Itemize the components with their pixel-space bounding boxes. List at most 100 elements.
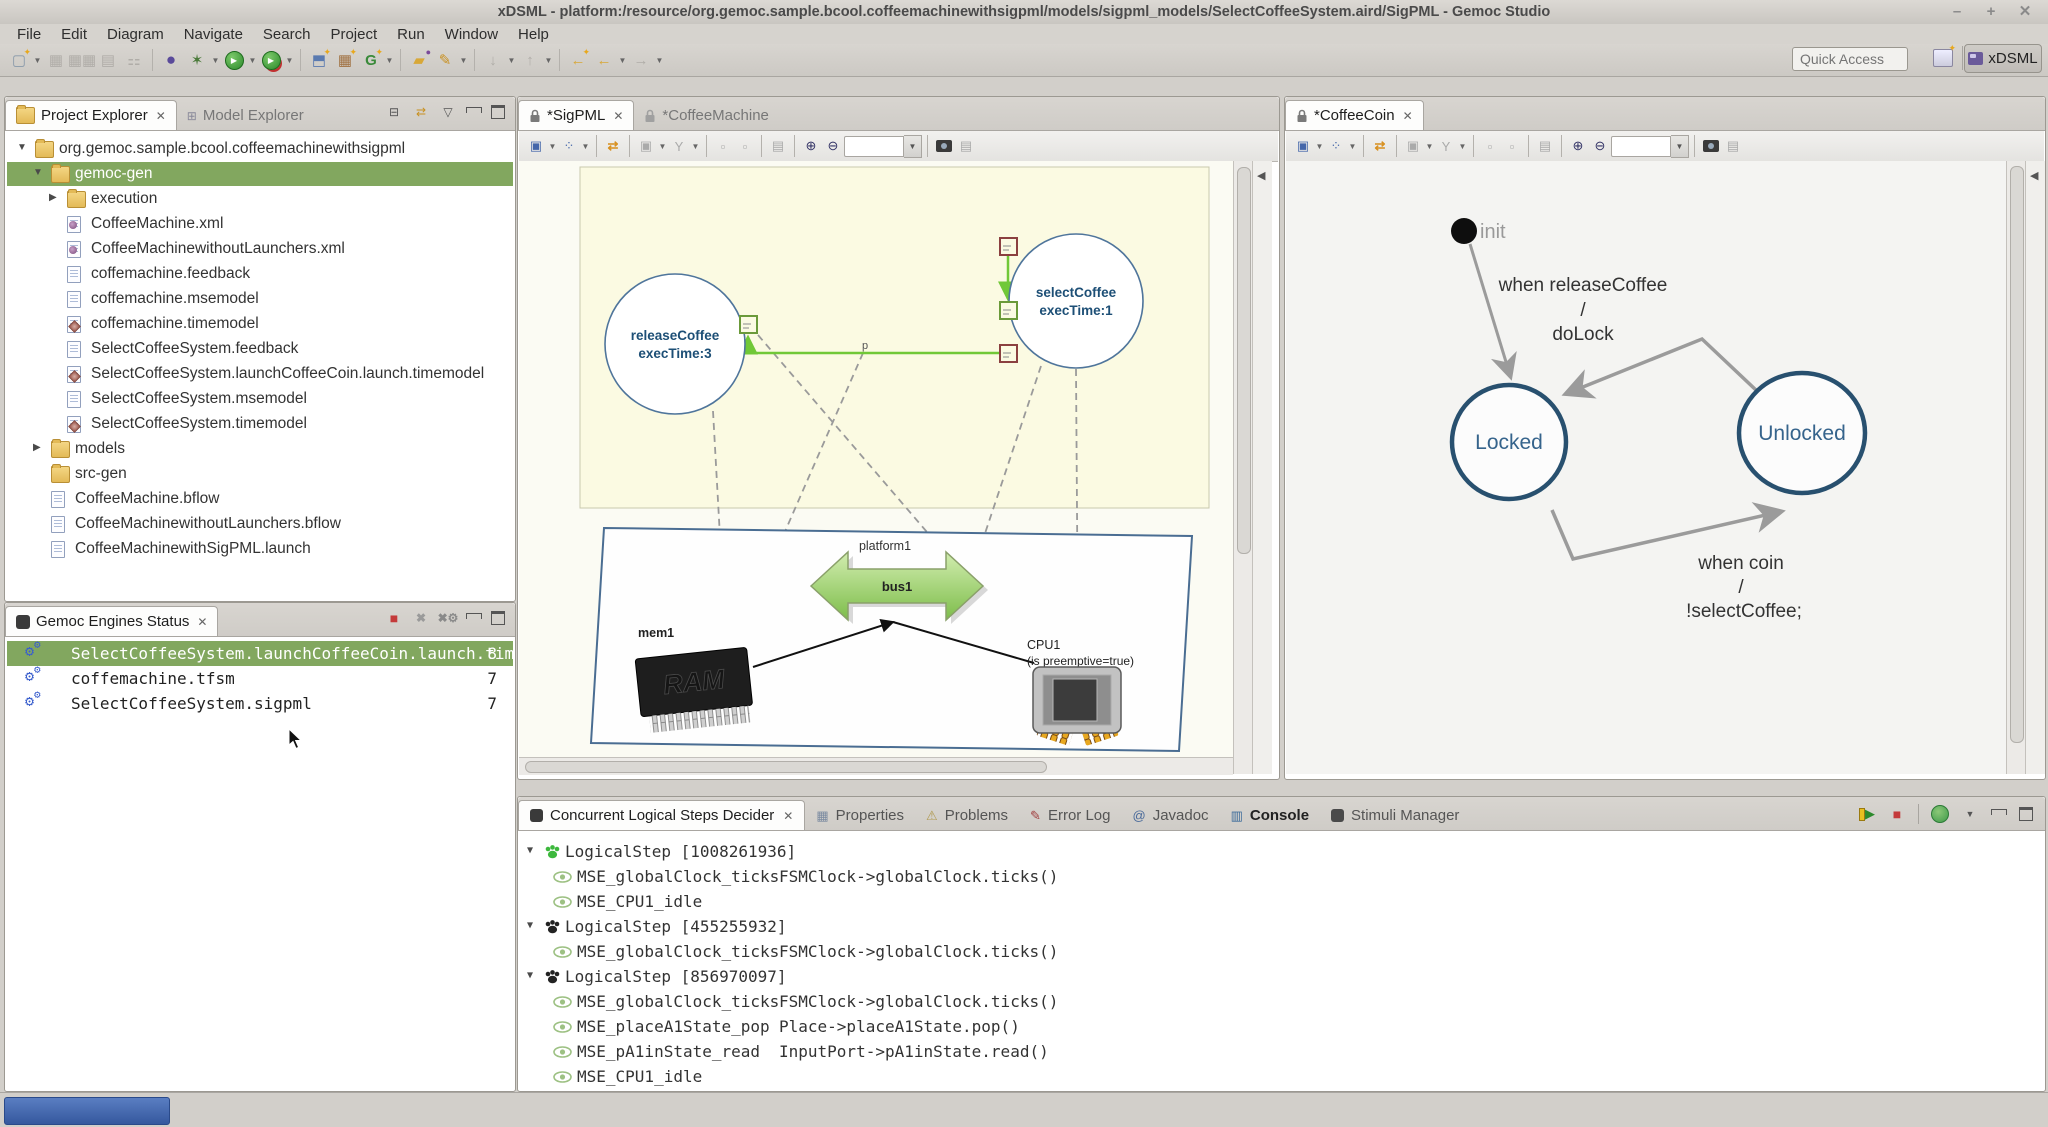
menu-window[interactable]: Window: [436, 25, 507, 44]
mse-row[interactable]: MSE_pA1inState_readInputPort->pA1inState…: [520, 1039, 2043, 1064]
initial-state-node[interactable]: [1451, 218, 1477, 244]
stop-engine-icon[interactable]: ■: [385, 610, 403, 626]
last-edit-location-icon[interactable]: ←✦: [565, 48, 591, 72]
filters-dropdown-icon[interactable]: ▼: [1457, 134, 1468, 158]
new-gemoc-icon[interactable]: G✦: [358, 48, 384, 72]
back-icon[interactable]: ←: [591, 48, 617, 72]
vertical-scrollbar-thumb[interactable]: [1237, 167, 1251, 554]
mse-row[interactable]: MSE_globalClock_ticksFSMClock->globalClo…: [520, 939, 2043, 964]
tab-model-explorer[interactable]: ⊞ Model Explorer: [177, 101, 314, 130]
dispose-engine-icon[interactable]: ✖: [412, 610, 430, 626]
align-icon[interactable]: ⁘: [1325, 135, 1347, 157]
agent-releasecoffee[interactable]: [605, 274, 745, 414]
tree-item-scs-feedback[interactable]: SelectCoffeeSystem.feedback: [7, 337, 513, 361]
zoom-combo-dropdown-icon[interactable]: ▼: [1671, 135, 1689, 158]
tree-item-gemoc-gen[interactable]: ▼gemoc-gen: [7, 162, 513, 186]
ram-chip[interactable]: RAM: [635, 647, 754, 733]
minimize-view-icon[interactable]: [466, 613, 482, 619]
tree-item-launch[interactable]: CoffeeMachinewithSigPML.launch: [7, 537, 513, 561]
perspective-xdsml-button[interactable]: xDSML: [1964, 44, 2042, 73]
quick-access-input[interactable]: [1792, 47, 1908, 71]
zoom-level-combo[interactable]: [1611, 136, 1671, 157]
tab-console[interactable]: ▥Console: [1220, 801, 1320, 830]
copy-appearance-icon[interactable]: ▣: [635, 135, 657, 157]
open-folder-icon[interactable]: ▰●: [406, 48, 432, 72]
new-grid-icon[interactable]: ▦✦: [332, 48, 358, 72]
maximize-view-icon[interactable]: [2019, 807, 2033, 821]
vertical-scrollbar[interactable]: [2006, 161, 2026, 774]
mse-row[interactable]: MSE_CPU1_idle: [520, 889, 2043, 914]
previous-annotation-icon[interactable]: ↑: [517, 48, 543, 72]
run-dropdown-icon[interactable]: ▼: [247, 48, 258, 72]
tab-close-icon[interactable]: ✕: [156, 109, 166, 123]
filters-icon[interactable]: Y: [1435, 135, 1457, 157]
tree-item-scs-timemodel[interactable]: SelectCoffeeSystem.timemodel: [7, 412, 513, 436]
save-all-icon[interactable]: ▦▦: [69, 48, 95, 72]
collapse-all-icon[interactable]: ⊟: [385, 104, 403, 120]
menu-file[interactable]: File: [8, 25, 50, 44]
logical-step-row[interactable]: ▼ LogicalStep [1008261936]: [520, 839, 2043, 864]
new-dropdown-icon[interactable]: ▼: [32, 48, 43, 72]
tab-properties[interactable]: ▦Properties: [805, 801, 915, 830]
expander-icon[interactable]: ▼: [527, 970, 533, 981]
dispose-all-engines-icon[interactable]: ✖⚙: [439, 610, 457, 626]
view-menu-icon[interactable]: ▽: [439, 104, 457, 120]
paste-layout-icon[interactable]: ▤: [767, 135, 789, 157]
tab-stimuli-manager[interactable]: Stimuli Manager: [1320, 801, 1470, 830]
open-perspective-icon[interactable]: [1933, 49, 1953, 67]
tab-project-explorer[interactable]: Project Explorer ✕: [5, 100, 177, 130]
paste-layout-icon[interactable]: ▤: [1534, 135, 1556, 157]
web-browser-icon[interactable]: ●: [158, 48, 184, 72]
menu-help[interactable]: Help: [509, 25, 558, 44]
shield-icon[interactable]: [1931, 806, 1949, 822]
palette-collapsed-strip[interactable]: ◀: [1252, 161, 1272, 774]
tree-item-scs-launch-timemodel[interactable]: SelectCoffeeSystem.launchCoffeeCoin.laun…: [7, 362, 513, 386]
pin-icon[interactable]: ▫: [734, 135, 756, 157]
tree-item-coffeemachine-xml[interactable]: CoffeeMachine.xml: [7, 212, 513, 236]
run-last-dropdown-icon[interactable]: ▼: [284, 48, 295, 72]
new-model-icon[interactable]: ⬒✦: [306, 48, 332, 72]
tab-problems[interactable]: ⚠Problems: [915, 801, 1019, 830]
align-dropdown-icon[interactable]: ▼: [1347, 134, 1358, 158]
minimize-view-icon[interactable]: [466, 107, 482, 113]
debug-dropdown-icon[interactable]: ▼: [210, 48, 221, 72]
transition-init-to-locked[interactable]: [1470, 244, 1510, 375]
tree-item-execution[interactable]: ▶execution: [7, 187, 513, 211]
mse-row[interactable]: MSE_globalClock_ticksFSMClock->globalClo…: [520, 989, 2043, 1014]
tab-coffeemachine[interactable]: *CoffeeMachine: [634, 101, 778, 130]
gemoc-dropdown-icon[interactable]: ▼: [384, 48, 395, 72]
tree-item-models[interactable]: ▶models: [7, 437, 513, 461]
show-hide-icon[interactable]: ▫: [1479, 135, 1501, 157]
maximize-view-icon[interactable]: [491, 105, 505, 119]
close-button[interactable]: ✕: [2016, 3, 2034, 21]
sigpml-canvas[interactable]: p releaseCoffee execTime:3 selectCoffee …: [519, 161, 1233, 757]
mse-row[interactable]: MSE_CPU1_idle: [520, 1064, 2043, 1089]
maximize-view-icon[interactable]: [491, 611, 505, 625]
export-image-icon[interactable]: [1700, 135, 1722, 157]
tree-item-project[interactable]: ▼org.gemoc.sample.bcool.coffeemachinewit…: [7, 137, 513, 161]
save-icon[interactable]: ▦: [43, 48, 69, 72]
forward-icon[interactable]: →: [628, 48, 654, 72]
next-annotation-dropdown-icon[interactable]: ▼: [506, 48, 517, 72]
coffeecoin-canvas[interactable]: init when releaseCoffee / doLock Locked …: [1286, 161, 2006, 774]
debug-icon[interactable]: ✶: [184, 48, 210, 72]
menu-run[interactable]: Run: [388, 25, 434, 44]
copy-appearance-icon[interactable]: ▣: [1402, 135, 1424, 157]
tree-item-timemodel[interactable]: coffemachine.timemodel: [7, 312, 513, 336]
tab-javadoc[interactable]: @Javadoc: [1121, 801, 1219, 830]
zoom-combo-dropdown-icon[interactable]: ▼: [904, 135, 922, 158]
print-icon[interactable]: ▤: [95, 48, 121, 72]
tab-gemoc-engines-status[interactable]: Gemoc Engines Status ✕: [5, 606, 218, 636]
mse-row[interactable]: MSE_globalClock_ticksFSMClock->globalClo…: [520, 864, 2043, 889]
minimize-view-icon[interactable]: [1991, 809, 2007, 815]
tab-error-log[interactable]: ✎Error Log: [1019, 801, 1121, 830]
pen-dropdown-icon[interactable]: ▼: [458, 48, 469, 72]
vertical-scrollbar[interactable]: [1233, 161, 1253, 774]
transition-locked-to-unlocked[interactable]: [1552, 510, 1779, 559]
filters-dropdown-icon[interactable]: ▼: [690, 134, 701, 158]
palette-collapsed-strip[interactable]: ◀: [2025, 161, 2045, 774]
refresh-diagram-icon[interactable]: ⇄: [1369, 135, 1391, 157]
zoom-out-icon[interactable]: ⊖: [822, 135, 844, 157]
align-icon[interactable]: ⁘: [558, 135, 580, 157]
logical-step-row[interactable]: ▼ LogicalStep [455255932]: [520, 914, 2043, 939]
